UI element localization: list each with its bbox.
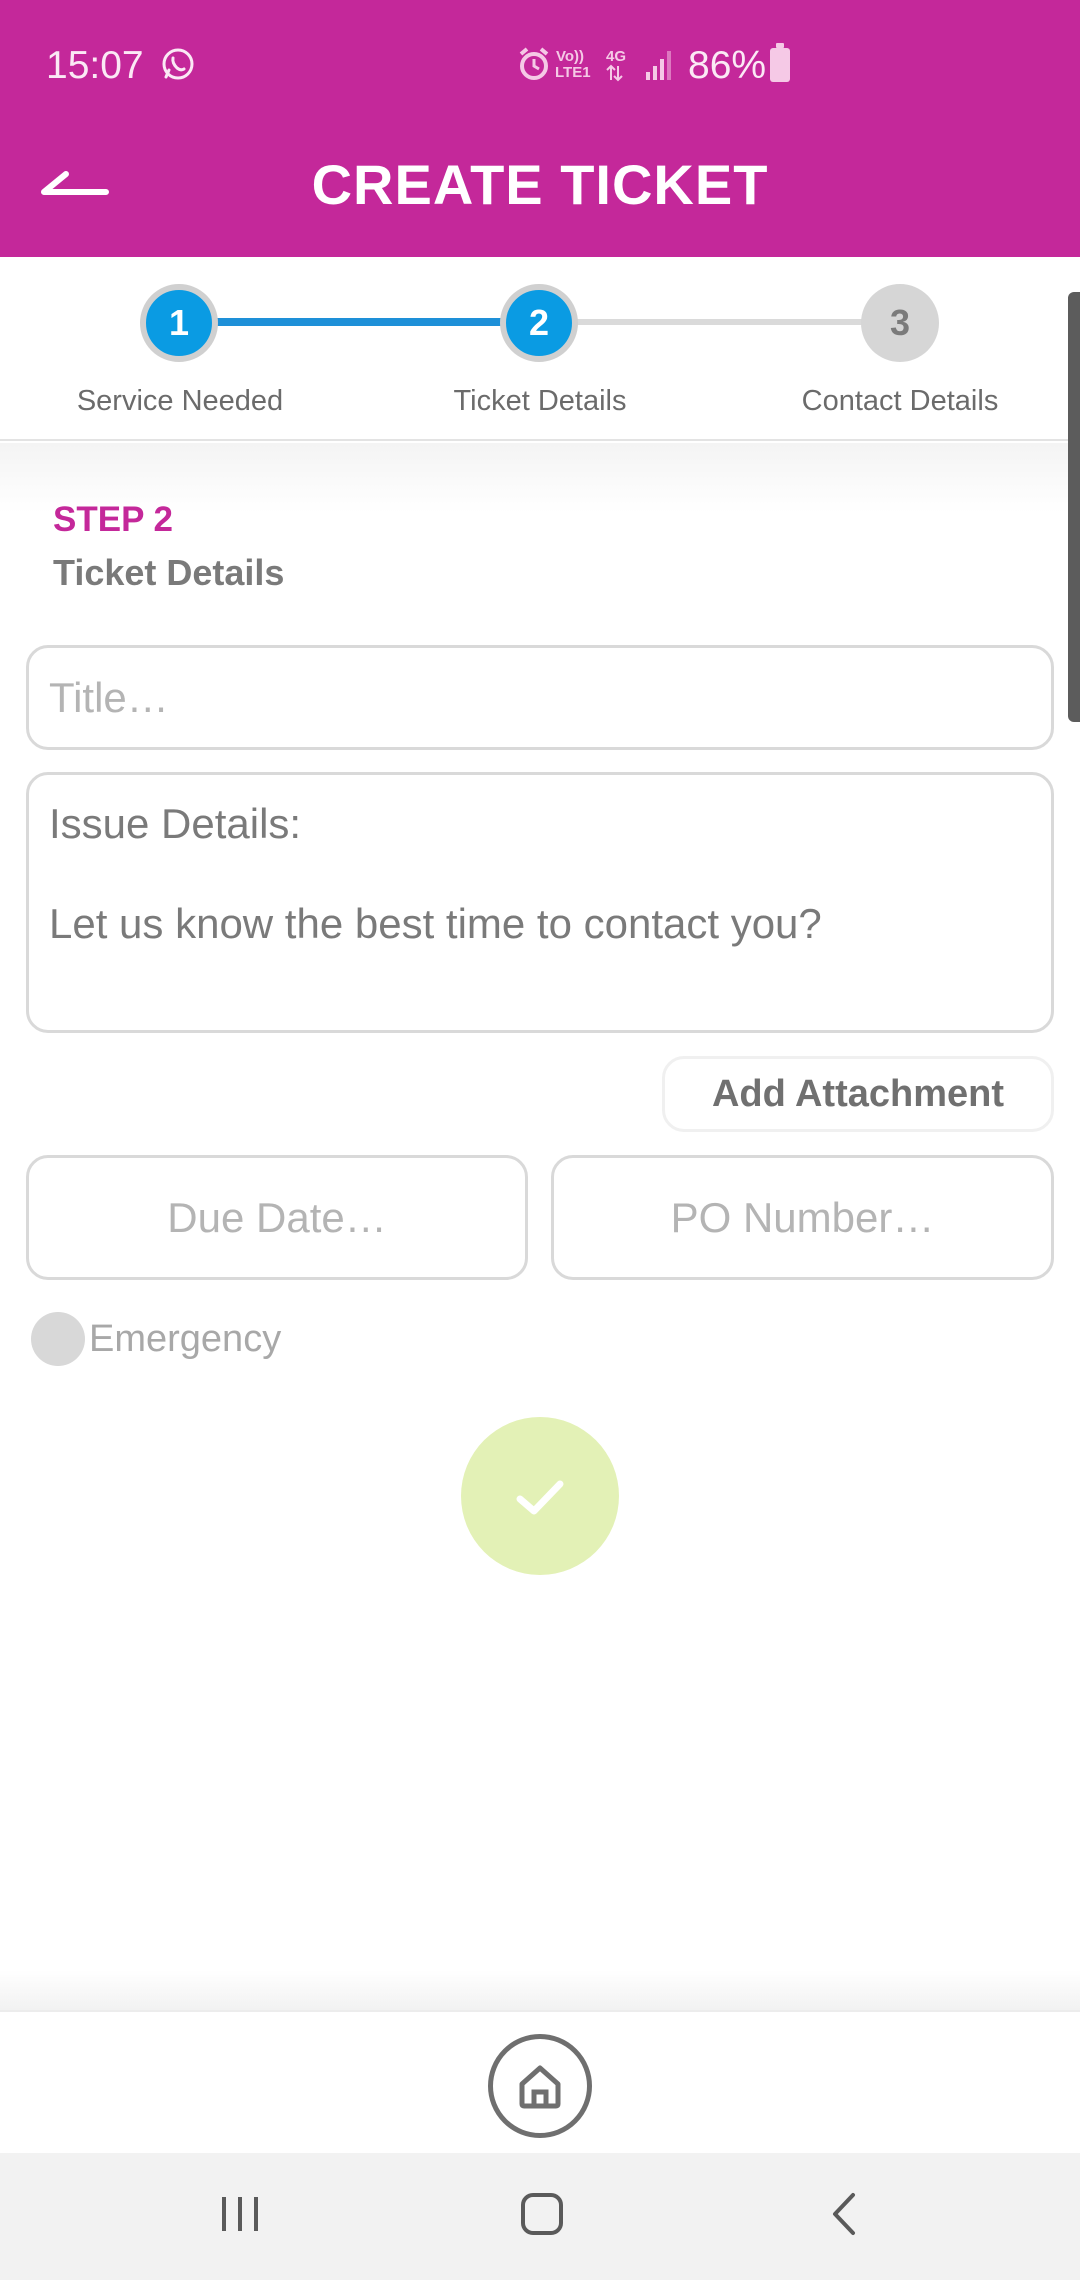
back-nav-icon <box>833 2193 855 2235</box>
po-number-field[interactable]: PO Number… <box>551 1155 1054 1280</box>
add-attachment-button[interactable]: Add Attachment <box>662 1056 1054 1132</box>
stepper-line-pending <box>538 319 900 325</box>
system-nav-bar <box>0 2153 1080 2280</box>
issue-details-textarea[interactable]: Issue Details: Let us know the best time… <box>26 772 1054 1033</box>
app-header: 15:07 Vo)) LTE1 4G 86% CREATE TICKET <box>0 0 1080 257</box>
bottom-shadow <box>0 1970 1080 2010</box>
step-3-indicator[interactable]: 3 <box>861 284 939 362</box>
home-nav-icon <box>521 2193 563 2235</box>
battery-percent: 86% <box>688 44 767 87</box>
status-time: 15:07 <box>46 44 144 87</box>
signal-icon <box>646 51 671 80</box>
home-button[interactable] <box>488 2034 592 2138</box>
step-heading: Ticket Details <box>53 552 285 593</box>
back-nav-button[interactable] <box>800 2179 890 2249</box>
details-line-2: Let us know the best time to contact you… <box>49 900 822 947</box>
due-date-field[interactable]: Due Date… <box>26 1155 528 1280</box>
bottom-toolbar <box>0 2010 1080 2153</box>
step-3-label: Contact Details <box>801 385 999 417</box>
emergency-label[interactable]: Emergency <box>89 1318 281 1361</box>
recent-apps-icon <box>222 2197 258 2231</box>
recent-apps-button[interactable] <box>195 2179 285 2249</box>
emergency-checkbox[interactable] <box>31 1312 85 1366</box>
svg-text:LTE1: LTE1 <box>555 64 591 81</box>
step-2-label: Ticket Details <box>453 385 627 417</box>
step-kicker: STEP 2 <box>53 500 173 539</box>
4g-icon: 4G <box>606 48 626 65</box>
status-bar: 15:07 Vo)) LTE1 4G 86% <box>0 0 1080 130</box>
checkmark-icon <box>516 1480 564 1515</box>
submit-button[interactable] <box>461 1417 619 1575</box>
battery-icon <box>770 43 790 82</box>
details-line-1: Issue Details: <box>49 800 302 847</box>
page-title: CREATE TICKET <box>311 153 769 216</box>
scroll-indicator[interactable] <box>1068 292 1080 722</box>
stepper-line-completed <box>178 318 538 326</box>
volte-icon: Vo)) <box>556 48 584 65</box>
step-1-indicator[interactable]: 1 <box>140 284 218 362</box>
progress-stepper: 1 2 3 Service Needed Ticket Details Cont… <box>0 257 1080 441</box>
home-nav-button[interactable] <box>497 2179 587 2249</box>
step-2-indicator[interactable]: 2 <box>500 284 578 362</box>
title-input[interactable] <box>26 645 1054 750</box>
home-icon <box>519 2065 561 2109</box>
step-1-label: Service Needed <box>76 385 284 417</box>
whatsapp-icon <box>162 48 194 80</box>
alarm-icon <box>519 47 549 80</box>
